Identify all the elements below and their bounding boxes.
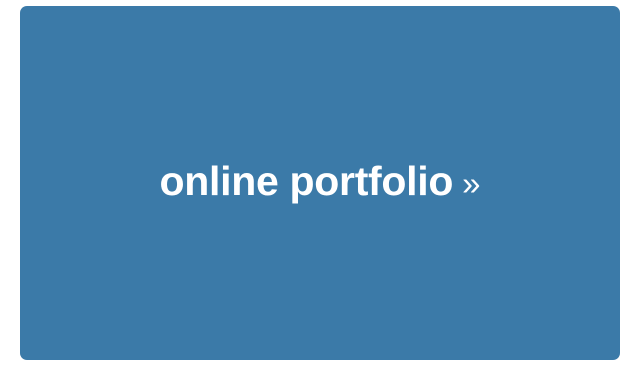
button-label-group: online portfolio » [159, 157, 481, 204]
button-label: online portfolio [159, 157, 454, 204]
double-chevron-right-icon: » [462, 164, 481, 202]
online-portfolio-button[interactable]: online portfolio » [20, 6, 620, 360]
